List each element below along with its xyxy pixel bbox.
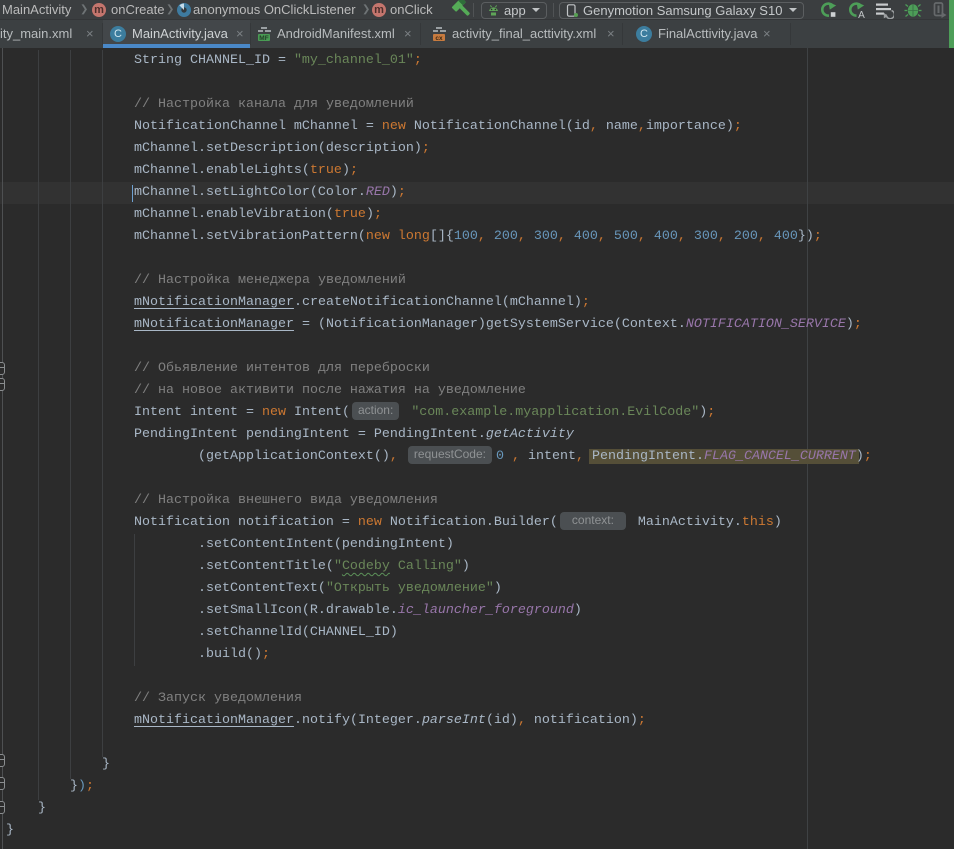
svg-text:cx: cx [435, 35, 443, 42]
svg-text:MF: MF [259, 35, 268, 42]
svg-text:A: A [858, 10, 865, 19]
